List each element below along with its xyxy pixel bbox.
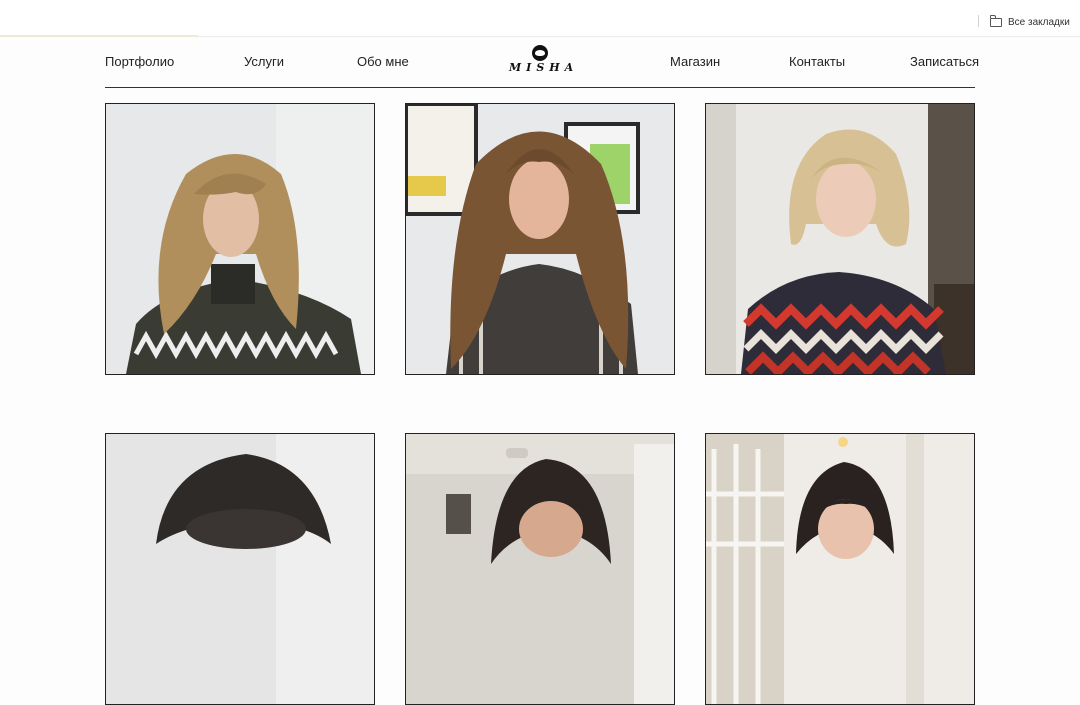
nav-about[interactable]: Обо мне xyxy=(357,54,409,69)
nav-divider xyxy=(105,87,975,88)
portfolio-photo[interactable] xyxy=(405,103,675,375)
site-logo[interactable]: MISHA xyxy=(509,44,579,76)
site-nav: Портфолио Услуги Обо мне MISHA Магазин К… xyxy=(0,40,1080,88)
portfolio-photo-image xyxy=(706,434,974,704)
portfolio-photo[interactable] xyxy=(105,433,375,705)
portfolio-photo-image xyxy=(406,434,674,704)
nav-shop[interactable]: Магазин xyxy=(670,54,720,69)
portfolio-photo-image xyxy=(106,104,374,374)
bookmarks-bar: Все закладки xyxy=(0,0,1080,37)
all-bookmarks-label: Все закладки xyxy=(1008,16,1070,28)
page-load-progress xyxy=(0,35,198,37)
bookmarks-separator xyxy=(978,15,979,27)
nav-services[interactable]: Услуги xyxy=(244,54,284,69)
nav-book[interactable]: Записаться xyxy=(910,54,979,69)
nav-portfolio[interactable]: Портфолио xyxy=(105,54,174,69)
portfolio-photo-image xyxy=(106,434,374,704)
logo-mark-icon xyxy=(532,45,548,61)
portfolio-photo[interactable] xyxy=(705,103,975,375)
portfolio-photo-image xyxy=(406,104,674,374)
nav-contacts[interactable]: Контакты xyxy=(789,54,845,69)
portfolio-photo[interactable] xyxy=(705,433,975,705)
all-bookmarks-button[interactable]: Все закладки xyxy=(989,14,1070,30)
portfolio-photo-image xyxy=(706,104,974,374)
portfolio-photo[interactable] xyxy=(405,433,675,705)
portfolio-photo[interactable] xyxy=(105,103,375,375)
logo-text: MISHA xyxy=(509,61,579,74)
folder-icon xyxy=(989,14,1002,27)
